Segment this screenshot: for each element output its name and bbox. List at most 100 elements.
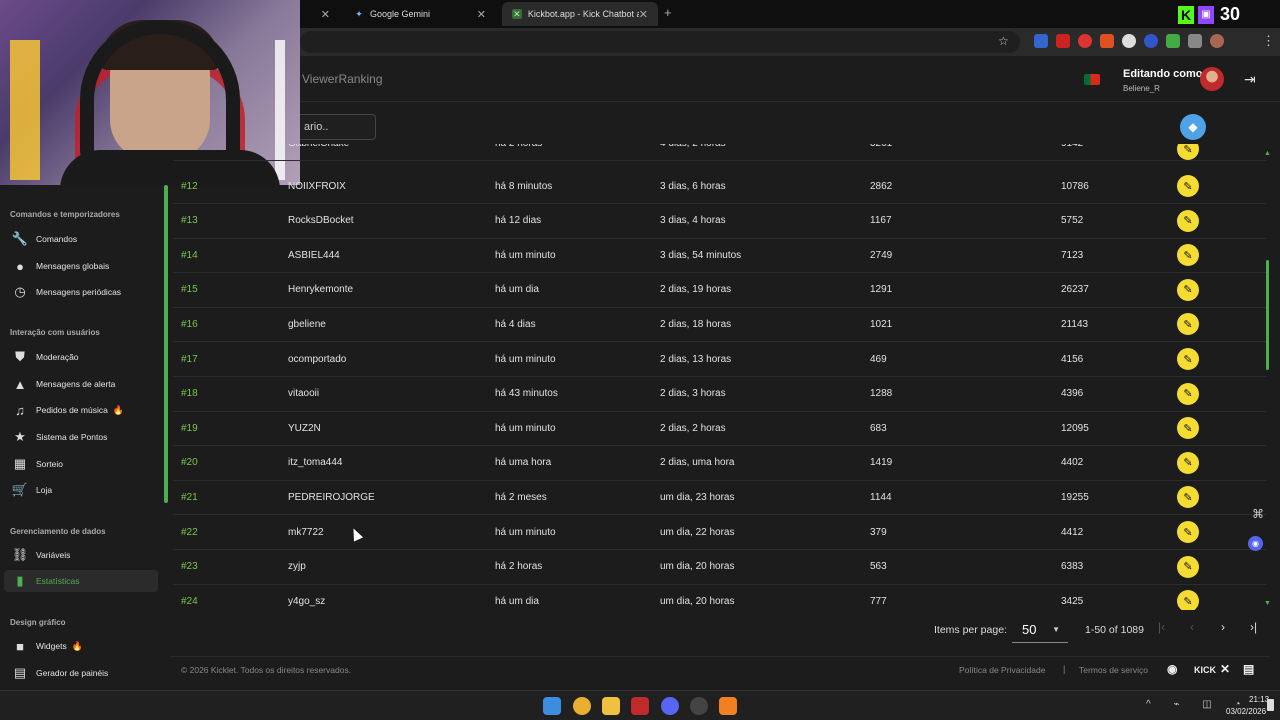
edit-pencil-icon[interactable]: ✎ [1177,175,1199,197]
extension-icon[interactable] [1144,34,1158,48]
sidebar-item-shop[interactable]: 🛒 Loja [4,479,158,501]
chrome-icon[interactable] [573,697,591,715]
browser-tab-kickbot[interactable]: ✕ Kickbot.app - Kick Chatbot and ✕ [502,2,658,26]
cell-rank: #13 [181,215,198,227]
sidebar-item-periodic-messages[interactable]: ◷ Mensagens periódicas [4,281,158,303]
x-twitter-icon[interactable]: ✕ [1220,662,1230,676]
sidebar-item-statistics[interactable]: ▮ Estatísticas [4,570,158,592]
cell-last: há 8 minutos [495,180,553,192]
sidebar-item-variables[interactable]: ⛓ Variáveis [4,544,158,566]
edit-pencil-icon[interactable]: ✎ [1177,590,1199,610]
extension-icon[interactable] [1100,34,1114,48]
cell-user[interactable]: ASBIEL444 [288,238,340,272]
cell-time: 3 dias, 6 horas [660,180,726,192]
edit-pencil-icon[interactable]: ✎ [1177,486,1199,509]
close-tab-icon[interactable]: ✕ [639,8,648,21]
browser-menu-icon[interactable]: ⋮ [1262,33,1275,49]
document-icon[interactable]: ▤ [1243,662,1254,676]
edit-pencil-icon[interactable]: ✎ [1177,144,1199,160]
new-tab-button[interactable]: + [664,5,672,20]
sidebar-item-global-messages[interactable]: ● Mensagens globais [4,255,158,277]
scroll-up-arrow-icon[interactable]: ▲ [1264,150,1271,157]
cell-user[interactable]: NOIIXFROIX [288,169,346,203]
extension-icon[interactable] [1034,34,1048,48]
windows-start-icon[interactable] [543,697,561,715]
items-per-page-select[interactable]: 50 ▼ [1012,617,1068,643]
cell-user[interactable]: mk7722 [288,515,324,549]
kick-link[interactable]: KICK [1194,665,1216,675]
eraser-icon[interactable]: ◆ [1180,114,1206,140]
extension-icon[interactable] [1166,34,1180,48]
discord-bubble-icon[interactable]: ◉ [1248,536,1263,551]
avatar[interactable] [1200,67,1224,91]
cell-user[interactable]: itz_toma444 [288,446,342,480]
sidebar-item-widgets[interactable]: ■ Widgets 🔥 [4,635,158,657]
sidebar-item-giveaway[interactable]: ▦ Sorteio [4,453,158,475]
cell-user[interactable]: gbeliene [288,307,326,341]
cell-rank: #15 [181,284,198,296]
browser-tab-partial[interactable]: ✕ [300,2,340,26]
bookmark-star-icon[interactable]: ☆ [998,34,1009,48]
close-tab-icon[interactable]: ✕ [477,8,486,21]
cell-n1: 1291 [870,284,893,296]
edit-pencil-icon[interactable]: ✎ [1177,417,1199,440]
cell-user[interactable]: GabrielChake [288,144,349,154]
edit-pencil-icon[interactable]: ✎ [1177,382,1199,405]
cell-user[interactable]: RocksDBocket [288,204,354,238]
app-icon[interactable] [631,697,649,715]
next-page-icon[interactable]: › [1221,620,1225,634]
table-scrollbar[interactable] [1266,260,1269,370]
cell-user[interactable]: PEDREIROJORGE [288,480,375,514]
first-page-icon[interactable]: |‹ [1158,620,1165,634]
puzzle-icon[interactable] [1188,34,1202,48]
cell-user[interactable]: Henrykemonte [288,273,353,307]
viewer-ranking-table: GabrielChake há 2 horas 4 dias, 2 horas 326… [170,144,1270,610]
last-page-icon[interactable]: ›| [1250,620,1257,634]
discord-taskbar-icon[interactable] [661,697,679,715]
grid-icon[interactable]: ⌘ [1252,507,1264,521]
edit-pencil-icon[interactable]: ✎ [1177,555,1199,578]
cell-user[interactable]: vitaooii [288,377,319,411]
edit-pencil-icon[interactable]: ✎ [1177,209,1199,232]
edit-pencil-icon[interactable]: ✎ [1177,451,1199,474]
privacy-link[interactable]: Política de Privacidade [959,665,1045,675]
edit-pencil-icon[interactable]: ✎ [1177,313,1199,336]
extension-icon[interactable] [1122,34,1136,48]
omnibox[interactable] [300,31,1020,53]
edit-pencil-icon[interactable]: ✎ [1177,521,1199,543]
search-input[interactable]: ario.. [300,114,376,140]
edit-pencil-icon[interactable]: ✎ [1177,278,1199,301]
cell-user[interactable]: ocomportado [288,342,346,376]
sidebar-item-alert-messages[interactable]: ▲ Mensagens de alerta [4,373,158,395]
language-flag-icon[interactable] [1084,74,1100,85]
extension-icon[interactable] [1078,34,1092,48]
sidebar-item-commands[interactable]: 🔧 Comandos [4,228,158,250]
edit-pencil-icon[interactable]: ✎ [1177,348,1199,370]
previous-page-icon[interactable]: ‹ [1190,620,1194,634]
cell-user[interactable]: YUZ2N [288,411,321,445]
browser-tab-gemini[interactable]: ✦ Google Gemini ✕ [344,2,496,26]
cell-n2: 19255 [1061,491,1089,503]
scroll-down-arrow-icon[interactable]: ▼ [1264,600,1271,607]
cell-user[interactable]: zyjp [288,550,306,584]
sidebar-item-moderation[interactable]: ⛊ Moderação [4,346,158,368]
close-tab-icon[interactable]: ✕ [321,8,330,21]
obs-icon[interactable] [690,697,708,715]
sidebar-item-points-system[interactable]: ★ Sistema de Pontos [4,426,158,448]
cell-user[interactable]: y4go_sz [288,584,325,610]
logout-icon[interactable]: ⇥ [1244,71,1256,88]
sidebar-scrollbar[interactable] [164,185,168,503]
cell-time: 2 dias, 2 horas [660,422,726,434]
profile-avatar-icon[interactable] [1210,34,1224,48]
discord-icon[interactable]: ◉ [1167,662,1177,676]
sidebar-item-panel-generator[interactable]: ▤ Gerador de painéis [4,662,158,684]
edit-pencil-icon[interactable]: ✎ [1177,244,1199,267]
notification-icon[interactable] [1267,699,1274,711]
clock-date[interactable]: 03/02/2026 [1226,707,1266,716]
sidebar-item-song-requests[interactable]: ♫ Pedidos de música 🔥 [4,399,158,421]
vlc-icon[interactable] [719,697,737,715]
file-explorer-icon[interactable] [602,697,620,715]
terms-link[interactable]: Termos de serviço [1079,665,1148,675]
extension-icon[interactable] [1056,34,1070,48]
cell-last: há 2 horas [495,144,542,154]
